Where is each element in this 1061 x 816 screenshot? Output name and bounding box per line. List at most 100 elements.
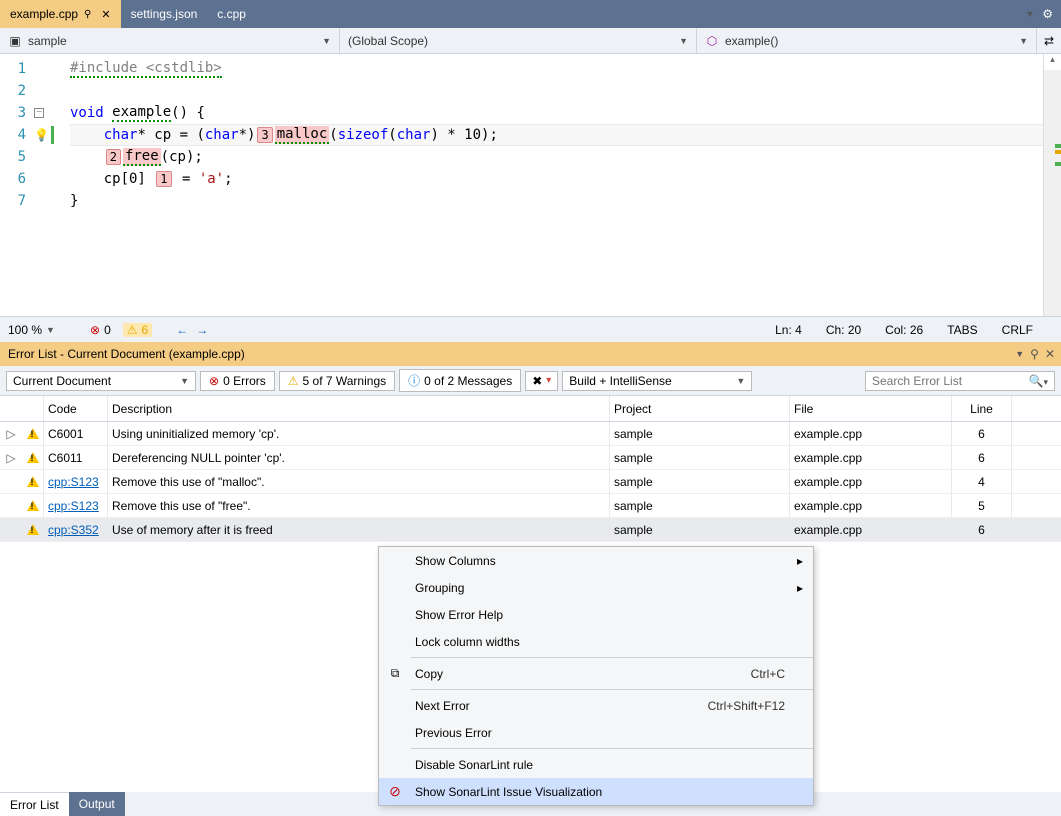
line-number: 2: [0, 83, 34, 99]
cell-line: 6: [952, 518, 1012, 541]
warning-count[interactable]: ⚠ 6: [123, 323, 152, 337]
cell-file: example.cpp: [790, 494, 952, 517]
line-number: 4: [0, 127, 34, 143]
char-indicator[interactable]: Ch: 20: [826, 323, 861, 337]
column-description[interactable]: Description: [108, 396, 610, 421]
table-row[interactable]: cpp:S352Use of memory after it is freeds…: [0, 518, 1061, 542]
cell-description: Dereferencing NULL pointer 'cp'.: [108, 446, 610, 469]
cell-project: sample: [610, 422, 790, 445]
cell-line: 6: [952, 446, 1012, 469]
tab-error-list[interactable]: Error List: [0, 792, 69, 816]
tab-settings-json[interactable]: settings.json: [121, 0, 208, 28]
errors-filter-button[interactable]: ⊗ 0 Errors: [200, 371, 275, 391]
indent-mode[interactable]: TABS: [947, 323, 977, 337]
lightbulb-icon[interactable]: 💡: [34, 128, 49, 142]
swap-icon[interactable]: ⇄: [1037, 34, 1061, 48]
line-indicator[interactable]: Ln: 4: [775, 323, 802, 337]
scrollbar[interactable]: ▴: [1043, 54, 1061, 316]
column-line[interactable]: Line: [952, 396, 1012, 421]
scope-filter-dropdown[interactable]: Current Document▼: [6, 371, 196, 391]
issue-marker-3[interactable]: 3: [257, 127, 272, 143]
build-filter-dropdown[interactable]: Build + IntelliSense▼: [562, 371, 752, 391]
filter-icon-button[interactable]: ✖▾: [525, 371, 558, 391]
expand-icon[interactable]: [0, 518, 22, 541]
class-label: sample: [28, 34, 67, 48]
cell-file: example.cpp: [790, 470, 952, 493]
tab-output[interactable]: Output: [69, 792, 125, 816]
expand-icon[interactable]: ▷: [0, 422, 22, 445]
fold-icon[interactable]: −: [34, 108, 44, 118]
change-marker: [51, 126, 54, 144]
cell-file: example.cpp: [790, 422, 952, 445]
scope-dropdown[interactable]: (Global Scope) ▼: [340, 28, 697, 53]
code-text: char: [104, 127, 138, 143]
column-code[interactable]: Code: [44, 396, 108, 421]
warning-icon: [22, 518, 44, 541]
issue-marker-2[interactable]: 2: [106, 149, 121, 165]
gear-icon[interactable]: ⚙: [1042, 7, 1053, 21]
code-text: char: [205, 127, 239, 143]
code-text: 'a': [199, 171, 224, 187]
column-file[interactable]: File: [790, 396, 952, 421]
context-menu: Show Columns▸ Grouping▸ Show Error Help …: [378, 546, 814, 806]
menu-next-error[interactable]: Next ErrorCtrl+Shift+F12: [379, 692, 813, 719]
expand-icon[interactable]: ▷: [0, 446, 22, 469]
error-list-toolbar: Current Document▼ ⊗ 0 Errors ⚠ 5 of 7 Wa…: [0, 366, 1061, 396]
pin-icon[interactable]: ⚲: [1030, 347, 1039, 361]
menu-grouping[interactable]: Grouping▸: [379, 574, 813, 601]
issue-marker-1[interactable]: 1: [156, 171, 171, 187]
table-row[interactable]: cpp:S123Remove this use of "malloc".samp…: [0, 470, 1061, 494]
code-area[interactable]: #include <cstdlib> void example() { char…: [70, 54, 1043, 316]
menu-disable-sonarlint[interactable]: Disable SonarLint rule: [379, 751, 813, 778]
code-text: void: [70, 105, 104, 121]
search-icon[interactable]: 🔍▾: [1029, 374, 1048, 388]
editor-statusbar: 100 % ▼ ⊗ 0 ⚠ 6 ← → Ln: 4 Ch: 20 Col: 26…: [0, 316, 1061, 342]
tab-label: c.cpp: [217, 7, 246, 21]
pin-icon[interactable]: ⚲: [84, 9, 91, 20]
class-icon: ▣: [8, 34, 22, 48]
menu-show-help[interactable]: Show Error Help: [379, 601, 813, 628]
class-dropdown[interactable]: ▣ sample ▼: [0, 28, 340, 53]
code-editor[interactable]: 1 2 3− 4💡 5 6 7 #include <cstdlib> void …: [0, 54, 1061, 316]
error-list-header: Error List - Current Document (example.c…: [0, 342, 1061, 366]
line-ending[interactable]: CRLF: [1002, 323, 1033, 337]
tab-c-cpp[interactable]: c.cpp: [207, 0, 256, 28]
close-icon[interactable]: ✕: [1045, 347, 1055, 361]
menu-previous-error[interactable]: Previous Error: [379, 719, 813, 746]
line-number: 3: [0, 105, 34, 121]
menu-copy[interactable]: ⧉CopyCtrl+C: [379, 660, 813, 687]
grid-body: ▷C6001Using uninitialized memory 'cp'.sa…: [0, 422, 1061, 542]
cell-description: Using uninitialized memory 'cp'.: [108, 422, 610, 445]
scroll-up-icon[interactable]: ▴: [1044, 54, 1061, 70]
forward-arrow-icon[interactable]: →: [196, 323, 208, 337]
search-input[interactable]: [872, 374, 1029, 388]
column-indicator[interactable]: Col: 26: [885, 323, 923, 337]
code-text: [104, 105, 112, 121]
expand-icon[interactable]: [0, 494, 22, 517]
back-arrow-icon[interactable]: ←: [176, 323, 188, 337]
warnings-filter-button[interactable]: ⚠ 5 of 7 Warnings: [279, 371, 395, 391]
zoom-dropdown[interactable]: 100 % ▼: [8, 323, 78, 337]
warning-icon: [22, 446, 44, 469]
table-row[interactable]: ▷C6011Dereferencing NULL pointer 'cp'.sa…: [0, 446, 1061, 470]
dropdown-icon[interactable]: ▼: [1015, 349, 1024, 359]
messages-filter-button[interactable]: ⓘ 0 of 2 Messages: [399, 369, 521, 392]
error-search[interactable]: 🔍▾: [865, 371, 1055, 391]
close-icon[interactable]: ✕: [101, 8, 110, 21]
tab-example-cpp[interactable]: example.cpp ⚲ ✕: [0, 0, 121, 28]
dropdown-icon[interactable]: ▼: [1025, 9, 1034, 19]
code-text: ;: [224, 171, 232, 187]
function-icon: ⬡: [705, 34, 719, 48]
menu-show-sonarlint-viz[interactable]: ⊘Show SonarLint Issue Visualization: [379, 778, 813, 805]
cell-description: Remove this use of "free".: [108, 494, 610, 517]
menu-lock-widths[interactable]: Lock column widths: [379, 628, 813, 655]
error-count[interactable]: ⊗ 0: [90, 323, 111, 337]
menu-show-columns[interactable]: Show Columns▸: [379, 547, 813, 574]
code-text: ) * 10);: [430, 127, 497, 143]
expand-icon[interactable]: [0, 470, 22, 493]
member-dropdown[interactable]: ⬡ example() ▼: [697, 28, 1037, 53]
code-text: =: [174, 171, 199, 187]
table-row[interactable]: cpp:S123Remove this use of "free".sample…: [0, 494, 1061, 518]
table-row[interactable]: ▷C6001Using uninitialized memory 'cp'.sa…: [0, 422, 1061, 446]
column-project[interactable]: Project: [610, 396, 790, 421]
